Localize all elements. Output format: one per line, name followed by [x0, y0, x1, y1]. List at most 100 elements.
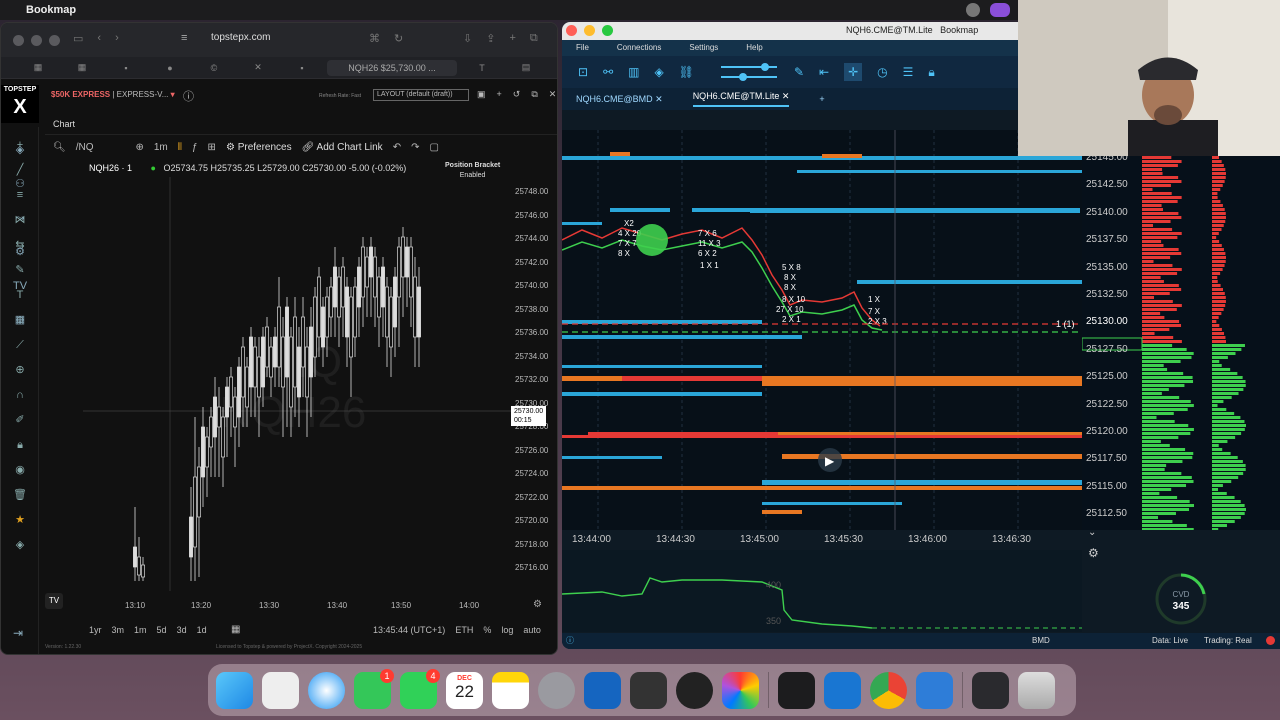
- pinned-tab[interactable]: T: [463, 60, 501, 76]
- nav-chart-icon[interactable]: ◈: [1, 133, 39, 167]
- interval-selector[interactable]: 1m: [154, 142, 168, 153]
- zoom-window-button[interactable]: [49, 34, 60, 46]
- safari-icon[interactable]: [308, 671, 345, 709]
- instrument-name[interactable]: NQH26 · 1: [89, 163, 132, 173]
- chat-icon[interactable]: ☰: [903, 65, 914, 79]
- nav-calendar-icon[interactable]: ▦: [1, 303, 39, 337]
- system-settings-icon[interactable]: [538, 671, 575, 709]
- download-icon[interactable]: ⇩: [463, 32, 472, 45]
- unity-icon[interactable]: [630, 671, 667, 709]
- session-toggle[interactable]: ETH: [455, 625, 473, 635]
- pinned-tab[interactable]: ▦: [63, 60, 101, 76]
- candlestick-chart[interactable]: /NQ NQH26: [83, 177, 551, 591]
- heatmap-contrast-sliders[interactable]: [709, 61, 779, 83]
- pinned-tab[interactable]: ●: [151, 60, 189, 76]
- finder-icon[interactable]: [216, 671, 253, 709]
- calendar-icon[interactable]: DEC 22: [446, 671, 483, 709]
- cvd-indicator-chart[interactable]: 400 350: [562, 550, 1082, 632]
- star-icon[interactable]: ★: [13, 513, 27, 527]
- auto-toggle[interactable]: auto: [523, 625, 541, 635]
- add-symbol-icon[interactable]: ⊕: [135, 142, 143, 153]
- launchpad-icon[interactable]: [262, 671, 299, 709]
- close-icon[interactable]: ✕: [549, 89, 557, 100]
- price-axis[interactable]: 25748.00 25746.00 25744.00 25742.00 25740.00…: [515, 177, 555, 591]
- notes-icon[interactable]: [492, 671, 529, 709]
- redo-chart-icon[interactable]: ↷: [411, 142, 419, 153]
- price-ladder[interactable]: 25145.00 25142.50 25140.00 25137.50 25135.00…: [1082, 152, 1280, 530]
- trash-icon[interactable]: [1018, 671, 1055, 709]
- pencil-icon[interactable]: ✎: [794, 65, 804, 79]
- eye-icon[interactable]: ◉: [13, 463, 27, 477]
- diamond-icon[interactable]: ◈: [654, 65, 663, 79]
- zoom-window-button[interactable]: [602, 25, 613, 36]
- add-chart-link-button[interactable]: 🔗︎ Add Chart Link: [302, 142, 383, 153]
- liquidity-heatmap[interactable]: X24 X 207 X 78 X7 X 611 X 36 X 21 X 15 X…: [562, 130, 1082, 530]
- active-app-name[interactable]: Bookmap: [26, 4, 76, 16]
- minimize-window-button[interactable]: [31, 34, 42, 46]
- terminal-icon[interactable]: [778, 671, 815, 709]
- undo-icon[interactable]: ↺: [513, 89, 521, 100]
- photos-icon[interactable]: [722, 671, 759, 709]
- range-3d[interactable]: 3d: [177, 625, 187, 635]
- ruler-icon[interactable]: ⟋: [13, 338, 27, 352]
- pinned-tab[interactable]: ©: [195, 60, 233, 76]
- translate-icon[interactable]: ⌘: [369, 32, 380, 45]
- magnet-icon[interactable]: ∩: [13, 388, 27, 402]
- zoom-icon[interactable]: ⊕: [13, 363, 27, 377]
- range-5d[interactable]: 5d: [157, 625, 167, 635]
- measure-icon[interactable]: ⇤: [819, 65, 829, 79]
- quicktime-icon[interactable]: [916, 671, 953, 709]
- menu-help[interactable]: Help: [732, 40, 776, 56]
- layers-icon[interactable]: ◈: [13, 538, 27, 552]
- bar-chart-icon[interactable]: ▥: [628, 65, 639, 79]
- siri-icon[interactable]: [966, 3, 980, 17]
- save-layout-icon[interactable]: ▣: [477, 89, 486, 100]
- indicator-settings-icon[interactable]: ⚙: [1088, 546, 1099, 560]
- instrument-tab-bmd[interactable]: NQH6.CME@BMD ✕: [576, 94, 663, 105]
- link-icon[interactable]: ⛓: [679, 65, 694, 79]
- tv-app-icon[interactable]: [972, 671, 1009, 709]
- pinned-tab[interactable]: ✕: [239, 60, 277, 76]
- axis-settings-icon[interactable]: ⚙: [533, 599, 542, 610]
- activity-monitor-icon[interactable]: [676, 671, 713, 709]
- menu-settings[interactable]: Settings: [675, 40, 732, 56]
- nav-trend-icon[interactable]: ⤳: [1, 201, 39, 235]
- add-widget-icon[interactable]: +: [497, 89, 502, 100]
- templates-icon[interactable]: ⊞: [208, 142, 216, 153]
- tab-overview-icon[interactable]: ⧉: [530, 32, 538, 45]
- active-browser-tab[interactable]: NQH26 $25,730.00 ...: [327, 59, 457, 76]
- clock-icon[interactable]: ◷: [877, 65, 887, 79]
- control-center-icon[interactable]: [990, 3, 1010, 17]
- close-window-button[interactable]: [566, 25, 577, 36]
- reload-icon[interactable]: ↻: [394, 32, 403, 45]
- indicators-icon[interactable]: ƒ: [192, 142, 198, 153]
- range-3m[interactable]: 3m: [112, 625, 125, 635]
- back-icon[interactable]: ‹: [97, 32, 101, 45]
- sidebar-app-icon[interactable]: [584, 671, 621, 709]
- network-icon[interactable]: ⚯: [603, 65, 613, 79]
- instrument-tab-tm[interactable]: NQH6.CME@TM.Lite ✕: [692, 91, 790, 107]
- page-settings-icon[interactable]: ≡: [181, 32, 187, 44]
- fullscreen-icon[interactable]: ▢: [429, 142, 438, 153]
- menu-connections[interactable]: Connections: [603, 40, 675, 56]
- screenshot-icon[interactable]: ⊡: [578, 65, 588, 79]
- log-toggle[interactable]: log: [501, 625, 513, 635]
- minimize-window-button[interactable]: [584, 25, 595, 36]
- logout-icon[interactable]: ⇥: [13, 626, 23, 640]
- play-button[interactable]: ▶: [818, 448, 842, 472]
- range-1yr[interactable]: 1yr: [89, 625, 102, 635]
- popout-icon[interactable]: ⧉: [531, 89, 537, 100]
- address-bar[interactable]: topstepx.com: [211, 32, 270, 43]
- nav-tradingview-icon[interactable]: TV: [1, 269, 39, 303]
- nav-people-icon[interactable]: ⚇: [1, 167, 39, 201]
- messages-icon[interactable]: 1: [354, 668, 394, 709]
- sidebar-toggle-icon[interactable]: ▭: [73, 32, 83, 45]
- add-instrument-icon[interactable]: +: [819, 94, 824, 104]
- crosshair-tool-icon[interactable]: ✛: [844, 63, 863, 81]
- lock-icon[interactable]: 🔒︎: [928, 65, 934, 80]
- close-window-button[interactable]: [13, 34, 24, 46]
- menu-file[interactable]: File: [562, 40, 603, 56]
- facetime-icon[interactable]: 4: [400, 668, 440, 709]
- date-range-icon[interactable]: ▦: [231, 624, 240, 635]
- percent-toggle[interactable]: %: [483, 625, 491, 635]
